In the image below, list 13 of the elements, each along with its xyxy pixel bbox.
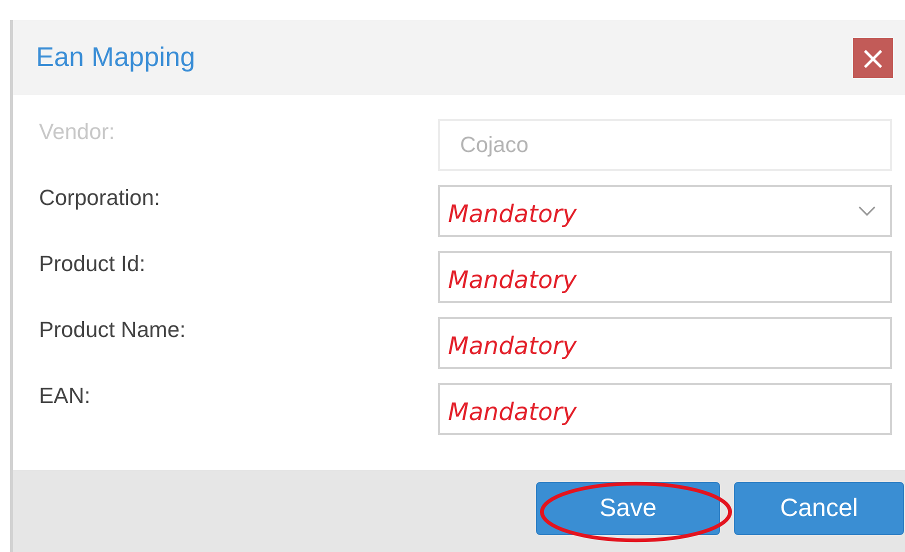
field-label: Product Name:: [39, 317, 186, 343]
dropdown-field[interactable]: Mandatory: [438, 185, 892, 237]
dialog-button[interactable]: Cancel: [734, 482, 904, 534]
input-field[interactable]: Mandatory: [438, 317, 892, 369]
field-label: Product Id:: [39, 251, 146, 277]
input-field[interactable]: Mandatory: [438, 383, 892, 435]
dialog-button[interactable]: Save: [536, 482, 720, 534]
field-label: Corporation:: [39, 185, 160, 211]
input-field[interactable]: Mandatory: [438, 251, 892, 303]
chevron-down-icon: [858, 206, 876, 217]
close-button[interactable]: ×: [853, 38, 893, 78]
field-label: EAN:: [39, 383, 90, 409]
dialog-title: Ean Mapping: [36, 42, 196, 73]
